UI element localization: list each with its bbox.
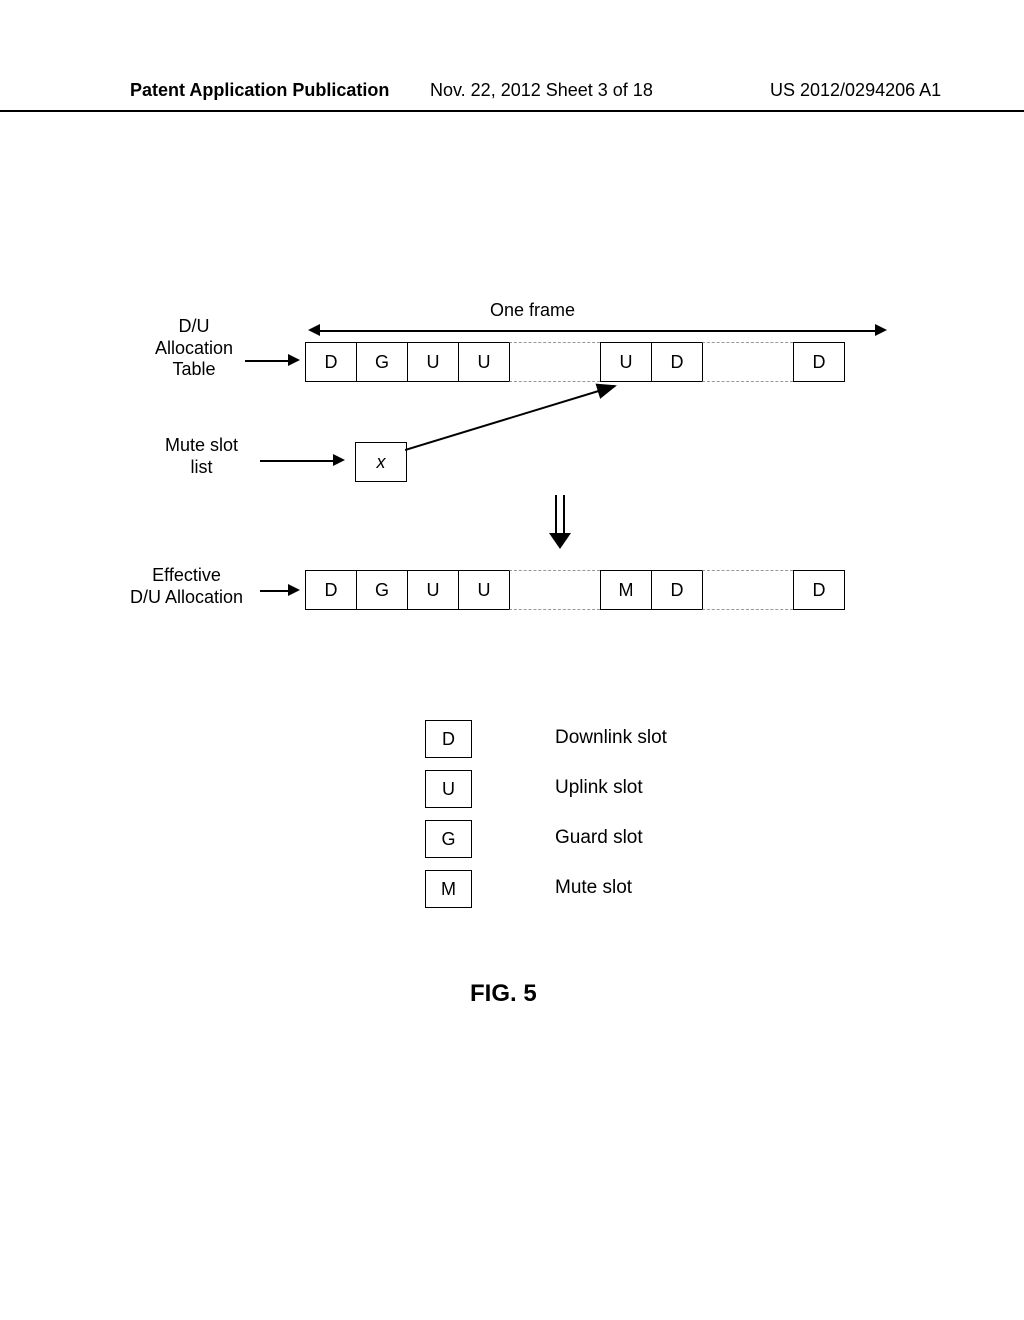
one-frame-label: One frame [490,300,575,322]
figure-caption: FIG. 5 [470,980,537,1008]
mute-slot-list-label: Mute slot list [165,435,238,478]
slot-gap [509,342,600,382]
effective-arrow-head [288,584,300,596]
allocation-row: D G U U U D D [305,342,845,382]
alloc-arrow-line [245,360,290,362]
mute-arrow-line [260,460,335,462]
effective-arrow-line [260,590,290,592]
slot: D [651,342,702,382]
slot: M [600,570,651,610]
frame-arrow-left [308,324,320,336]
diag-arrow [405,382,625,452]
legend-d-box: D [425,720,472,758]
slot: D [793,342,845,382]
legend-u-text: Uplink slot [555,777,643,799]
slot-gap [702,570,793,610]
legend-g-box: G [425,820,472,858]
legend-d-text: Downlink slot [555,727,667,749]
header-left: Patent Application Publication [130,80,389,101]
slot: G [356,570,407,610]
slot: D [651,570,702,610]
header-mid: Nov. 22, 2012 Sheet 3 of 18 [430,80,653,101]
slot-gap [702,342,793,382]
mute-x-slot: x [355,442,407,482]
effective-label: Effective D/U Allocation [130,565,243,608]
header-right: US 2012/0294206 A1 [770,80,941,101]
slot: G [356,342,407,382]
slot: D [305,342,356,382]
mute-arrow-head [333,454,345,466]
slot-gap [509,570,600,610]
legend-g-text: Guard slot [555,827,643,849]
allocation-table-label: D/U Allocation Table [155,316,233,381]
slot: U [407,570,458,610]
page-header: Patent Application Publication Nov. 22, … [0,80,1024,112]
slot: U [407,342,458,382]
legend-u-box: U [425,770,472,808]
slot: U [600,342,651,382]
slot: U [458,342,509,382]
effective-row: D G U U M D D [305,570,845,610]
slot: D [793,570,845,610]
alloc-arrow-head [288,354,300,366]
legend-m-text: Mute slot [555,877,632,899]
legend-m-box: M [425,870,472,908]
slot: U [458,570,509,610]
frame-arrow-right [875,324,887,336]
slot: D [305,570,356,610]
frame-span-line [320,330,875,332]
